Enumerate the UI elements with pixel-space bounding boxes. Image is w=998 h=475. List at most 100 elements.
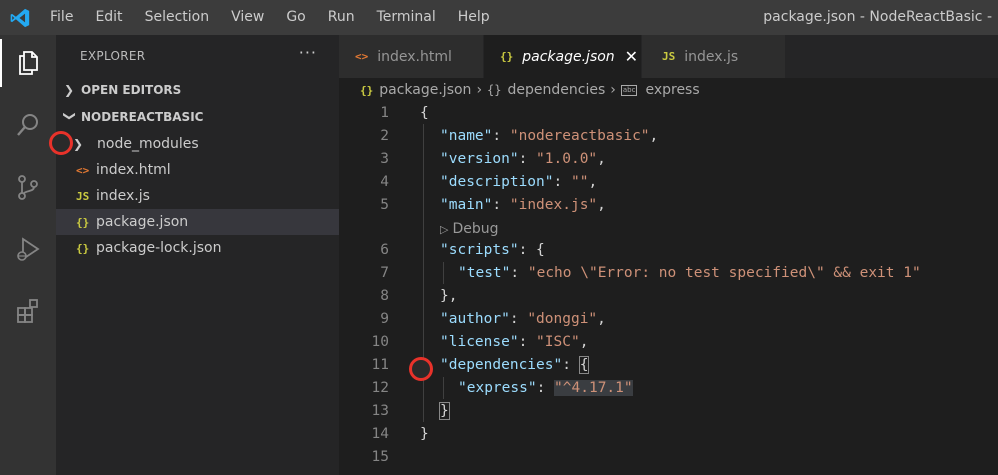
play-icon: ▷ (440, 223, 449, 236)
breadcrumb-separator: › (610, 82, 616, 98)
extensions-icon[interactable] (0, 287, 56, 335)
tab-label: index.js (684, 48, 739, 65)
chevron-down-icon: ❯ (63, 111, 77, 122)
line-number: 11 (371, 357, 389, 373)
code-line-4: "description": "", (440, 174, 598, 190)
html-file-icon: <> (355, 50, 369, 63)
menu-run[interactable]: Run (317, 0, 366, 35)
tab-package-json[interactable]: {} package.json ✕ (484, 35, 641, 78)
window-title: package.json - NodeReactBasic - (763, 9, 992, 25)
annotation-circle (409, 357, 433, 381)
line-number: 5 (380, 197, 389, 213)
line-number: 6 (380, 242, 389, 258)
extensions-icon-glyph (17, 299, 38, 323)
object-icon: {} (487, 83, 502, 97)
tab-index-js[interactable]: JS index.js (642, 35, 785, 78)
menu-help[interactable]: Help (447, 0, 501, 35)
chevron-right-icon: ❯ (64, 83, 75, 97)
code-line-3: "version": "1.0.0", (440, 151, 606, 167)
search-icon[interactable] (0, 101, 56, 149)
line-number: 15 (371, 449, 389, 465)
tab-label: package.json (522, 48, 615, 65)
string-icon: abc (620, 84, 638, 96)
code-line-1: { (420, 105, 429, 121)
files-icon-glyph (19, 51, 38, 75)
open-editors-section[interactable]: ❯ OPEN EDITORS (56, 77, 339, 103)
tree-item-node-modules[interactable]: ❯ node_modules (56, 131, 339, 157)
annotation-circle (49, 131, 73, 155)
code-line-10: "license": "ISC", (440, 334, 589, 350)
menu-file[interactable]: File (39, 0, 84, 35)
line-number: 14 (371, 426, 389, 442)
code-line-8: }, (440, 288, 458, 304)
tree-item-index-html[interactable]: <> index.html (56, 157, 339, 183)
js-file-icon: JS (662, 50, 676, 63)
line-number: 13 (371, 403, 389, 419)
breadcrumb: {} package.json › {} dependencies › abc … (339, 78, 998, 102)
code-editor[interactable]: 1 2 3 4 5 6 7 8 9 10 11 12 13 14 15 { "n… (339, 102, 998, 475)
tree-item-package-lock-json[interactable]: {} package-lock.json (56, 235, 339, 261)
html-file-icon: <> (76, 163, 90, 177)
search-icon-glyph (17, 114, 38, 136)
run-debug-icon[interactable] (0, 225, 56, 273)
tab-index-html[interactable]: <> index.html (339, 35, 483, 78)
source-control-icon-glyph (18, 175, 38, 200)
tree-item-label: index.js (96, 188, 150, 204)
menu-view[interactable]: View (220, 0, 275, 35)
project-label: NODEREACTBASIC (81, 110, 204, 124)
more-actions-icon[interactable]: ··· (299, 43, 317, 62)
code-line-11: "dependencies": { (440, 356, 590, 374)
tab-bar: <> index.html {} package.json ✕ JS index… (339, 35, 998, 78)
line-number: 9 (380, 311, 389, 327)
files-icon[interactable] (0, 39, 56, 87)
line-number: 1 (380, 105, 389, 121)
menu-go[interactable]: Go (275, 0, 316, 35)
debug-label: Debug (452, 221, 499, 237)
vscode-logo-icon (10, 8, 30, 28)
source-control-icon[interactable] (0, 163, 56, 211)
code-line-6: "scripts": { (440, 242, 545, 258)
breadcrumb-express[interactable]: express (645, 82, 699, 98)
explorer-sidebar: EXPLORER ··· ❯ OPEN EDITORS ❯ NODEREACTB… (56, 35, 339, 475)
code-line-14: } (420, 426, 429, 442)
line-number: 4 (380, 174, 389, 190)
breadcrumb-file[interactable]: package.json (379, 82, 471, 98)
tree-item-label: node_modules (97, 136, 199, 152)
json-file-icon: {} (76, 215, 90, 229)
code-line-7: "test": "echo \"Error: no test specified… (458, 265, 921, 281)
line-number: 12 (371, 380, 389, 396)
menu-bar: File Edit Selection View Go Run Terminal… (39, 0, 501, 35)
json-file-icon: {} (500, 50, 514, 63)
close-icon[interactable]: ✕ (625, 47, 638, 66)
breadcrumb-dependencies[interactable]: dependencies (508, 82, 606, 98)
explorer-header: EXPLORER ··· (56, 35, 339, 75)
line-number: 10 (371, 334, 389, 350)
open-editors-label: OPEN EDITORS (81, 83, 182, 97)
line-number: 3 (380, 151, 389, 167)
chevron-right-icon: ❯ (73, 137, 84, 151)
project-section[interactable]: ❯ NODEREACTBASIC (56, 104, 339, 130)
menu-selection[interactable]: Selection (134, 0, 221, 35)
tab-label: index.html (377, 48, 452, 65)
tree-item-index-js[interactable]: JS index.js (56, 183, 339, 209)
tree-item-label: index.html (96, 162, 171, 178)
tree-item-package-json[interactable]: {} package.json (56, 209, 339, 235)
code-line-5: "main": "index.js", (440, 197, 606, 213)
debug-codelens[interactable]: ▷ Debug (440, 221, 499, 237)
menu-edit[interactable]: Edit (84, 0, 133, 35)
activity-bar (0, 35, 56, 475)
indent-guide (443, 377, 444, 399)
json-file-icon: {} (76, 241, 90, 255)
json-file-icon: {} (360, 83, 374, 97)
line-number: 8 (380, 288, 389, 304)
js-file-icon: JS (76, 189, 90, 203)
code-line-2: "name": "nodereactbasic", (440, 128, 659, 144)
code-line-12: "express": "^4.17.1" (458, 380, 633, 396)
line-number: 2 (380, 128, 389, 144)
menu-terminal[interactable]: Terminal (366, 0, 447, 35)
tree-item-label: package.json (96, 214, 189, 230)
run-debug-icon-glyph (17, 237, 40, 261)
explorer-title: EXPLORER (80, 49, 146, 63)
code-line-9: "author": "donggi", (440, 311, 606, 327)
breadcrumb-separator: › (476, 82, 483, 98)
